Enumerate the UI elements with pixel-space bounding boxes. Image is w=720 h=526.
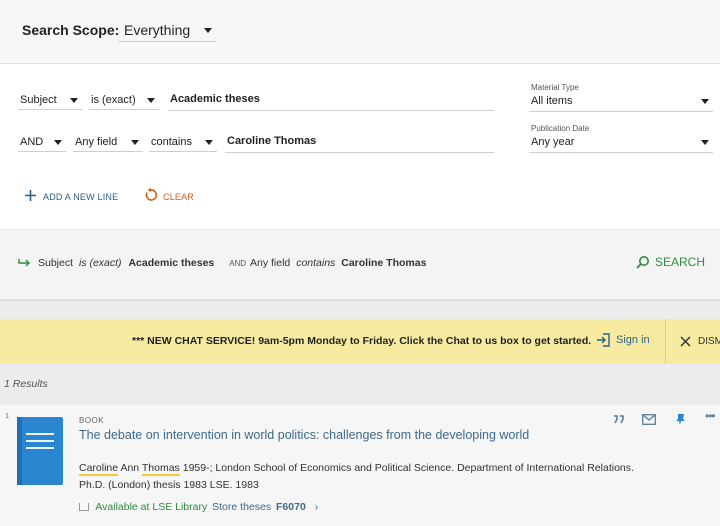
author-last-name: Thomas	[141, 462, 180, 476]
dismiss-banner-button[interactable]: DISM	[680, 334, 720, 350]
summary-field-2: Any field	[250, 257, 291, 269]
book-cover-line	[26, 440, 54, 442]
summary-condition-2: contains	[296, 257, 336, 269]
publication-date-value: Any year	[531, 136, 575, 148]
availability-status: Available at LSE Library	[95, 501, 208, 513]
condition-select-2[interactable]: contains	[149, 132, 217, 152]
pin-icon[interactable]	[675, 413, 687, 426]
condition-select-1-value: is (exact)	[91, 94, 136, 106]
author-details: 1959-; London School of Economics and Po…	[182, 462, 634, 474]
material-type-select[interactable]: All items	[529, 93, 713, 112]
chevron-down-icon	[70, 98, 78, 103]
search-button-label: SEARCH	[655, 255, 706, 269]
call-number: F6070	[276, 501, 306, 513]
chevron-down-icon	[204, 28, 212, 33]
query-summary-bar: Subject is (exact) Academic theses AND A…	[0, 229, 720, 299]
search-scope-label: Search Scope:	[22, 22, 120, 38]
chevron-down-icon	[701, 99, 709, 104]
search-icon	[636, 256, 649, 269]
clear-label: CLEAR	[163, 192, 195, 202]
result-item[interactable]: 1 BOOK The debate on intervention in wor…	[0, 405, 720, 526]
author-first-name: Caroline	[79, 462, 119, 476]
library-icon	[79, 503, 89, 511]
publication-date-select[interactable]: Any year	[529, 134, 713, 153]
book-thumbnail-icon	[17, 417, 63, 485]
query-summary-text: Subject is (exact) Academic theses AND A…	[38, 257, 426, 269]
sign-in-icon	[597, 333, 610, 347]
citation-icon[interactable]	[613, 415, 625, 425]
book-cover-line	[26, 447, 54, 449]
summary-condition-1: is (exact)	[78, 257, 122, 269]
book-spine	[17, 417, 22, 485]
author-middle-name: Ann	[120, 462, 140, 474]
field-select-2-value: Any field	[75, 136, 118, 148]
add-new-line-label: ADD A NEW LINE	[43, 192, 119, 202]
summary-field-1: Subject	[38, 257, 74, 269]
result-author: Caroline Ann Thomas 1959-; London School…	[79, 462, 679, 476]
chevron-down-icon	[131, 140, 139, 145]
banner-divider	[665, 319, 666, 364]
result-publication: Ph.D. (London) thesis 1983 LSE. 1983	[79, 479, 259, 491]
more-options-icon[interactable]: •••	[705, 409, 716, 423]
publication-date-label: Publication Date	[531, 124, 590, 133]
search-term-2-value: Caroline Thomas	[227, 135, 317, 147]
chevron-down-icon	[205, 140, 213, 145]
result-title-link[interactable]: The debate on intervention in world poli…	[79, 427, 549, 444]
chevron-down-icon	[147, 98, 155, 103]
chat-banner-text: *** NEW CHAT SERVICE! 9am-5pm Monday to …	[132, 335, 592, 347]
search-term-input-1[interactable]: Academic theses	[168, 90, 494, 111]
result-index: 1	[5, 411, 10, 420]
book-cover-line	[26, 433, 54, 435]
search-scope-bar: Search Scope: Everything	[0, 0, 720, 64]
sign-in-label: Sign in	[616, 334, 650, 346]
plus-icon	[25, 190, 36, 201]
condition-select-2-value: contains	[151, 136, 192, 148]
search-term-1-value: Academic theses	[170, 93, 260, 105]
material-type-value: All items	[531, 95, 573, 107]
advanced-search-panel: Subject is (exact) Academic theses AND A…	[0, 64, 720, 300]
search-scope-select[interactable]: Everything	[118, 18, 216, 42]
clear-button[interactable]: CLEAR	[144, 187, 204, 205]
summary-operator-2: AND	[229, 259, 247, 268]
operator-select-2[interactable]: AND	[18, 132, 66, 152]
reset-icon	[145, 188, 158, 201]
arrow-right-icon	[18, 259, 30, 267]
field-select-1-value: Subject	[20, 94, 57, 106]
condition-select-1[interactable]: is (exact)	[89, 90, 159, 110]
close-icon	[680, 336, 691, 347]
summary-value-1: Academic theses	[128, 257, 215, 269]
chat-service-banner: *** NEW CHAT SERVICE! 9am-5pm Monday to …	[0, 319, 720, 364]
material-type-label: Material Type	[531, 83, 579, 92]
add-new-line-button[interactable]: ADD A NEW LINE	[25, 188, 125, 204]
chevron-down-icon	[54, 140, 62, 145]
search-term-input-2[interactable]: Caroline Thomas	[225, 132, 494, 153]
chevron-right-icon: ›	[314, 501, 319, 513]
summary-value-2: Caroline Thomas	[341, 257, 427, 269]
sign-in-button[interactable]: Sign in	[597, 332, 657, 350]
availability-location: Store theses	[212, 501, 272, 513]
dismiss-label: DISM	[698, 336, 720, 347]
availability-link[interactable]: Available at LSE Library Store theses F6…	[79, 501, 318, 513]
chevron-down-icon	[701, 140, 709, 145]
operator-select-2-value: AND	[20, 136, 44, 148]
field-select-1[interactable]: Subject	[18, 90, 82, 110]
field-select-2[interactable]: Any field	[73, 132, 143, 152]
results-count: 1 Results	[4, 378, 48, 390]
search-scope-value: Everything	[124, 22, 191, 38]
search-button[interactable]: SEARCH	[636, 252, 712, 272]
resource-type: BOOK	[79, 416, 105, 425]
email-icon[interactable]	[642, 414, 656, 425]
